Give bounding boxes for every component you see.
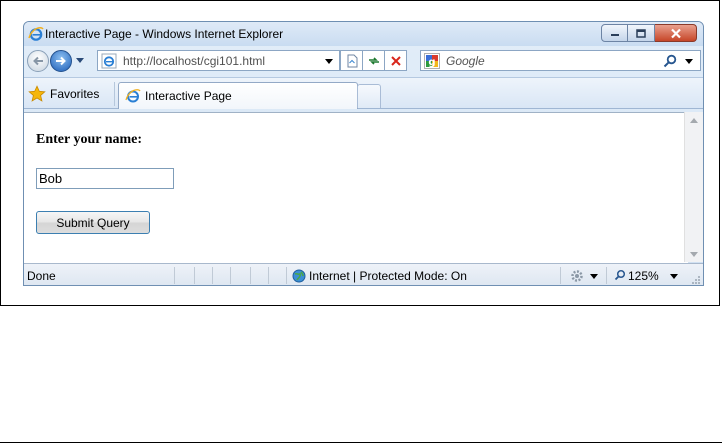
status-divider — [606, 267, 607, 284]
chevron-down-icon — [590, 273, 598, 279]
tab-label: Interactive Page — [145, 89, 232, 103]
refresh-button[interactable] — [362, 50, 385, 71]
name-input[interactable] — [36, 168, 174, 189]
resize-grip-icon[interactable] — [691, 275, 701, 285]
tab-interactive-page[interactable]: Interactive Page — [118, 82, 358, 109]
close-icon — [670, 28, 681, 38]
figure-frame: Interactive Page - Windows Internet Expl… — [0, 0, 720, 306]
scroll-up-button[interactable] — [689, 116, 699, 124]
search-options-dropdown[interactable] — [683, 54, 695, 68]
scroll-down-icon — [690, 251, 698, 257]
status-divider — [230, 267, 231, 284]
window-controls — [601, 24, 697, 43]
recent-pages-dropdown[interactable] — [74, 53, 86, 67]
stop-icon — [390, 55, 401, 66]
chevron-down-icon — [76, 57, 84, 63]
back-arrow-icon — [33, 56, 43, 66]
name-prompt: Enter your name: — [36, 132, 143, 147]
globe-icon — [292, 269, 306, 283]
status-divider — [286, 267, 287, 284]
title-bar[interactable]: Interactive Page - Windows Internet Expl… — [24, 22, 703, 46]
status-divider — [194, 267, 195, 284]
address-dropdown[interactable] — [323, 54, 335, 68]
addons-dropdown[interactable] — [589, 270, 599, 282]
security-zone[interactable]: Internet | Protected Mode: On — [309, 269, 467, 283]
compatibility-view-icon — [347, 54, 357, 67]
status-bar: Done Internet | Protected Mode: On 125% — [24, 263, 703, 285]
search-box[interactable]: g Google — [420, 50, 701, 71]
favorites-label: Favorites — [50, 87, 100, 101]
chevron-down-icon — [685, 58, 693, 64]
zoom-dropdown[interactable] — [669, 270, 679, 282]
minimize-icon — [610, 34, 619, 36]
ie-page-icon — [125, 89, 141, 103]
submit-query-button[interactable]: Submit Query — [36, 211, 150, 234]
zoom-level[interactable]: 125% — [628, 269, 659, 283]
search-button[interactable] — [662, 53, 678, 69]
chevron-down-icon — [670, 273, 678, 279]
ie-logo-icon — [28, 26, 44, 41]
ie-page-icon — [101, 53, 117, 69]
minimize-button[interactable] — [601, 24, 628, 42]
gear-icon[interactable] — [569, 268, 585, 284]
status-divider — [250, 267, 251, 284]
back-button[interactable] — [27, 50, 49, 72]
navigation-bar: http://localhost/cgi101.html g Google — [24, 47, 703, 75]
new-tab-button[interactable] — [357, 84, 381, 108]
maximize-icon — [636, 28, 646, 38]
page-rule — [0, 442, 722, 443]
stop-button[interactable] — [384, 50, 407, 71]
page-content: Enter your name: Submit Query — [24, 112, 688, 263]
maximize-button[interactable] — [628, 24, 655, 42]
svg-text:g: g — [428, 57, 435, 68]
google-icon: g — [424, 53, 440, 69]
status-divider — [268, 267, 269, 284]
address-bar[interactable]: http://localhost/cgi101.html — [97, 50, 340, 71]
search-placeholder: Google — [446, 54, 485, 68]
compatibility-view-button[interactable] — [340, 50, 363, 71]
status-divider — [560, 267, 561, 284]
status-divider — [174, 267, 175, 284]
forward-button[interactable] — [50, 50, 72, 72]
address-url: http://localhost/cgi101.html — [123, 54, 266, 68]
vertical-scrollbar[interactable] — [684, 112, 703, 262]
chevron-down-icon — [325, 58, 333, 64]
status-text: Done — [27, 269, 56, 283]
scroll-up-icon — [690, 117, 698, 123]
star-icon — [28, 85, 46, 102]
zoom-icon — [614, 269, 626, 281]
browser-window: Interactive Page - Windows Internet Expl… — [23, 21, 704, 286]
scroll-down-button[interactable] — [689, 250, 699, 258]
favorites-bar: Favorites Interactive Page — [24, 77, 703, 109]
close-button[interactable] — [655, 24, 697, 42]
magnifier-icon — [663, 54, 677, 68]
favorites-button[interactable]: Favorites — [28, 84, 99, 104]
refresh-icon — [368, 56, 379, 65]
favorites-divider — [114, 82, 115, 106]
forward-arrow-icon — [56, 56, 66, 66]
window-title: Interactive Page - Windows Internet Expl… — [45, 27, 284, 41]
status-divider — [212, 267, 213, 284]
